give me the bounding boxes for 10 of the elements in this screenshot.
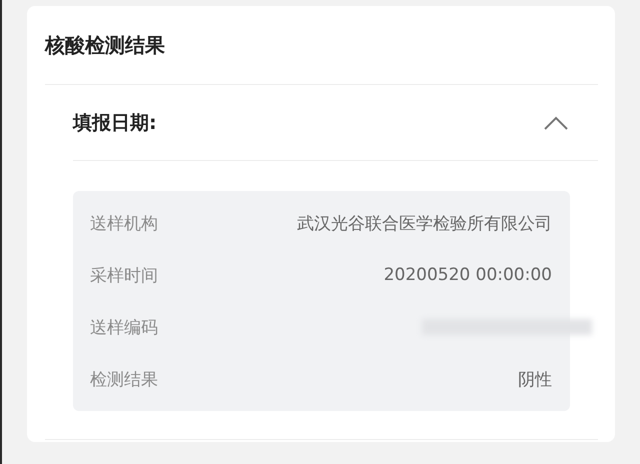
field-label: 采样时间 (90, 264, 158, 286)
section-title: 填报日期: (73, 110, 157, 136)
field-label: 送样机构 (90, 212, 158, 234)
collapse-chevron-icon[interactable] (544, 116, 568, 130)
field-label: 检测结果 (90, 368, 158, 390)
field-value: 20200520 00:00:00 (384, 265, 552, 285)
field-label: 送样编码 (90, 316, 158, 338)
field-value: 阴性 (518, 368, 552, 390)
field-value: 武汉光谷联合医学检验所有限公司 (297, 212, 552, 234)
card-title: 核酸检测结果 (45, 32, 166, 59)
